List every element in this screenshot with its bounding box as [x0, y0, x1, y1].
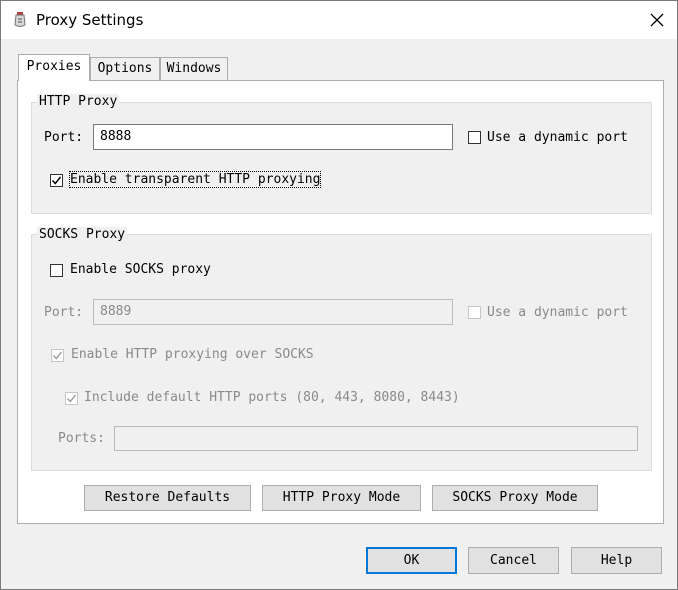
http-proxy-mode-button[interactable]: HTTP Proxy Mode [262, 485, 421, 511]
http-proxy-group [31, 102, 652, 214]
help-button[interactable]: Help [571, 547, 662, 574]
cancel-button[interactable]: Cancel [468, 547, 559, 574]
socks-dynamic-port-label[interactable]: Use a dynamic port [487, 305, 628, 320]
socks-proxy-mode-button[interactable]: SOCKS Proxy Mode [432, 485, 598, 511]
close-button[interactable] [637, 1, 677, 39]
tab-panel-proxies: HTTP Proxy Port: 8888 Use a dynamic port… [17, 80, 664, 524]
http-over-socks-label[interactable]: Enable HTTP proxying over SOCKS [71, 347, 314, 362]
http-port-input[interactable]: 8888 [93, 124, 453, 150]
socks-dynamic-port-checkbox[interactable] [468, 306, 481, 319]
http-dynamic-port-checkbox[interactable] [468, 131, 481, 144]
proxy-settings-dialog: Proxy Settings Proxies Options Windows H… [0, 0, 678, 590]
transparent-proxy-checkbox[interactable] [50, 174, 63, 187]
transparent-proxy-label[interactable]: Enable transparent HTTP proxying [68, 171, 322, 188]
checkmark-icon [66, 394, 77, 403]
title-bar: Proxy Settings [1, 1, 677, 39]
ok-button[interactable]: OK [366, 547, 457, 574]
socks-port-input[interactable]: 8889 [93, 299, 453, 325]
default-ports-label[interactable]: Include default HTTP ports (80, 443, 808… [84, 390, 460, 405]
window-title: Proxy Settings [36, 11, 144, 29]
checkmark-icon [51, 176, 62, 185]
ports-label: Ports: [58, 431, 105, 446]
checkmark-icon [52, 351, 63, 360]
http-dynamic-port-label[interactable]: Use a dynamic port [487, 130, 628, 145]
socks-proxy-legend: SOCKS Proxy [37, 227, 128, 242]
tab-options[interactable]: Options [90, 57, 160, 80]
close-icon [650, 13, 664, 27]
enable-socks-checkbox[interactable] [50, 264, 63, 277]
tab-proxies[interactable]: Proxies [18, 54, 90, 81]
http-proxy-legend: HTTP Proxy [37, 94, 120, 109]
ports-input[interactable] [114, 426, 638, 451]
tab-windows[interactable]: Windows [160, 57, 228, 80]
socks-port-label: Port: [44, 305, 84, 320]
restore-defaults-button[interactable]: Restore Defaults [84, 485, 251, 511]
enable-socks-label[interactable]: Enable SOCKS proxy [70, 262, 211, 277]
http-port-label: Port: [44, 130, 84, 145]
app-icon [14, 12, 26, 27]
default-ports-checkbox[interactable] [65, 392, 78, 405]
http-over-socks-checkbox[interactable] [51, 349, 64, 362]
